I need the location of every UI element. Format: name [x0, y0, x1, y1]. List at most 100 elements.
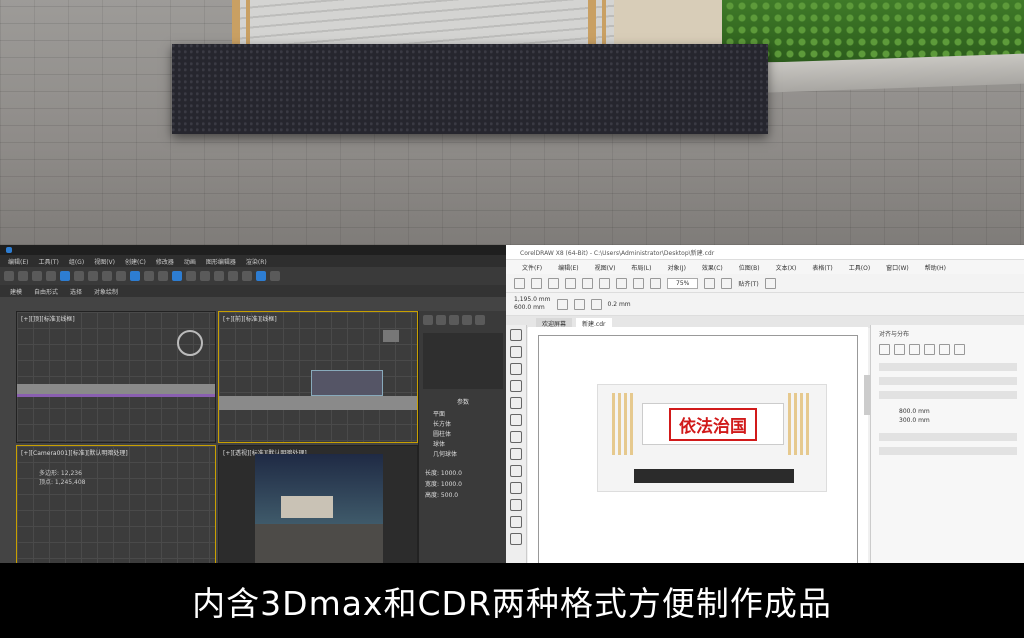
menu-item[interactable]: 修改器 — [156, 257, 174, 266]
menu-item[interactable]: 工具(O) — [849, 263, 870, 272]
docker-y-field[interactable]: 300.0 mm — [899, 416, 997, 425]
units-icon[interactable] — [590, 298, 602, 310]
align-center-icon[interactable] — [894, 344, 905, 355]
pick-tool-icon[interactable] — [510, 329, 522, 341]
save-icon[interactable] — [548, 277, 559, 289]
viewcube-icon[interactable] — [177, 330, 203, 356]
viewport-top[interactable]: [+][顶][标准][线框] — [16, 311, 216, 443]
modifier-stack[interactable] — [423, 333, 503, 389]
viewport-camera[interactable]: [+][Camera001][标准][默认明暗处理] 多边形: 12,236 顶… — [16, 445, 216, 563]
render-setup-icon[interactable] — [242, 271, 252, 281]
hierarchy-tab-icon[interactable] — [449, 315, 459, 325]
page-width-field[interactable]: 1,195.0 mm — [514, 296, 551, 304]
menu-item[interactable]: 表格(T) — [812, 263, 832, 272]
select-icon[interactable] — [60, 271, 70, 281]
menu-item[interactable]: 文件(F) — [522, 263, 542, 272]
zoom-select[interactable]: 75% — [667, 277, 699, 289]
align-left-icon[interactable] — [879, 344, 890, 355]
rotate-icon[interactable] — [102, 271, 112, 281]
outline-width[interactable]: 0.2 mm — [608, 301, 631, 308]
align-right-icon[interactable] — [909, 344, 920, 355]
option-radio[interactable]: 平面 — [433, 410, 493, 420]
rectangle-tool-icon[interactable] — [510, 431, 522, 443]
full-screen-icon[interactable] — [704, 277, 716, 289]
viewcube-icon[interactable] — [383, 330, 399, 342]
polygon-tool-icon[interactable] — [510, 465, 522, 477]
menu-item[interactable]: 对象(J) — [667, 263, 685, 272]
redo-icon[interactable] — [599, 277, 610, 289]
freehand-tool-icon[interactable] — [510, 397, 522, 409]
fill-tool-icon[interactable] — [510, 533, 522, 545]
align-top-icon[interactable] — [924, 344, 935, 355]
menu-item[interactable]: 图形编辑器 — [206, 257, 236, 266]
modify-tab-icon[interactable] — [436, 315, 446, 325]
ellipse-tool-icon[interactable] — [510, 448, 522, 460]
link-icon[interactable] — [32, 271, 42, 281]
menu-item[interactable]: 组(G) — [69, 257, 84, 266]
width-field[interactable]: 宽度: 1000.0 — [425, 479, 501, 490]
menu-item[interactable]: 位图(B) — [739, 263, 760, 272]
move-icon[interactable] — [88, 271, 98, 281]
motion-tab-icon[interactable] — [462, 315, 472, 325]
parallel-dimension-icon[interactable] — [510, 499, 522, 511]
scale-icon[interactable] — [116, 271, 126, 281]
zoom-tool-icon[interactable] — [510, 380, 522, 392]
import-icon[interactable] — [616, 277, 627, 289]
display-tab-icon[interactable] — [475, 315, 485, 325]
menu-item[interactable]: 帮助(H) — [925, 263, 946, 272]
menu-item[interactable]: 效果(C) — [702, 263, 723, 272]
select-region-icon[interactable] — [74, 271, 84, 281]
menu-item[interactable]: 创建(C) — [125, 257, 146, 266]
render-icon[interactable] — [256, 271, 266, 281]
portrait-icon[interactable] — [556, 298, 568, 310]
open-icon[interactable] — [531, 277, 542, 289]
height-field[interactable]: 高度: 500.0 — [425, 490, 501, 501]
print-icon[interactable] — [565, 277, 576, 289]
connector-tool-icon[interactable] — [510, 516, 522, 528]
menu-item[interactable]: 动画 — [184, 257, 196, 266]
option-radio[interactable]: 球体 — [433, 440, 493, 450]
docker-x-field[interactable]: 800.0 mm — [899, 407, 997, 416]
undo-icon[interactable] — [582, 277, 593, 289]
layer-icon[interactable] — [200, 271, 210, 281]
snap-icon[interactable] — [130, 271, 140, 281]
options-icon[interactable] — [764, 277, 776, 289]
menu-item[interactable]: 编辑(E) — [558, 263, 578, 272]
snap-to-dropdown[interactable]: 贴齐(T) — [738, 279, 758, 288]
text-tool-icon[interactable] — [510, 482, 522, 494]
menu-item[interactable]: 工具(T) — [38, 257, 58, 266]
viewport-perspective[interactable]: [+][透视][标准][默认明暗处理] — [218, 445, 418, 563]
landscape-icon[interactable] — [573, 298, 585, 310]
mirror-icon[interactable] — [172, 271, 182, 281]
viewport-front[interactable]: [+][前][标准][线框] — [218, 311, 418, 443]
export-icon[interactable] — [633, 277, 644, 289]
rulers-icon[interactable] — [721, 277, 733, 289]
crop-tool-icon[interactable] — [510, 363, 522, 375]
ribbon-tab[interactable]: 建模 — [10, 287, 22, 296]
menu-item[interactable]: 编辑(E) — [8, 257, 28, 266]
menu-item[interactable]: 视图(V) — [94, 257, 115, 266]
percent-snap-icon[interactable] — [158, 271, 168, 281]
menu-item[interactable]: 文本(X) — [776, 263, 797, 272]
create-tab-icon[interactable] — [423, 315, 433, 325]
ribbon-tab[interactable]: 自由形式 — [34, 287, 58, 296]
ribbon-tab[interactable]: 对象绘制 — [94, 287, 118, 296]
menu-item[interactable]: 布局(L) — [631, 263, 651, 272]
menu-item[interactable]: 渲染(R) — [246, 257, 267, 266]
option-radio[interactable]: 几何球体 — [433, 450, 493, 460]
align-icon[interactable] — [186, 271, 196, 281]
angle-snap-icon[interactable] — [144, 271, 154, 281]
curve-editor-icon[interactable] — [214, 271, 224, 281]
material-editor-icon[interactable] — [228, 271, 238, 281]
page-height-field[interactable]: 600.0 mm — [514, 304, 551, 312]
artistic-media-icon[interactable] — [510, 414, 522, 426]
undo-icon[interactable] — [4, 271, 14, 281]
unlink-icon[interactable] — [46, 271, 56, 281]
length-field[interactable]: 长度: 1000.0 — [425, 468, 501, 479]
align-bottom-icon[interactable] — [954, 344, 965, 355]
option-radio[interactable]: 圆柱体 — [433, 430, 493, 440]
menu-item[interactable]: 视图(V) — [595, 263, 616, 272]
new-icon[interactable] — [514, 277, 525, 289]
shape-tool-icon[interactable] — [510, 346, 522, 358]
option-radio[interactable]: 长方体 — [433, 420, 493, 430]
